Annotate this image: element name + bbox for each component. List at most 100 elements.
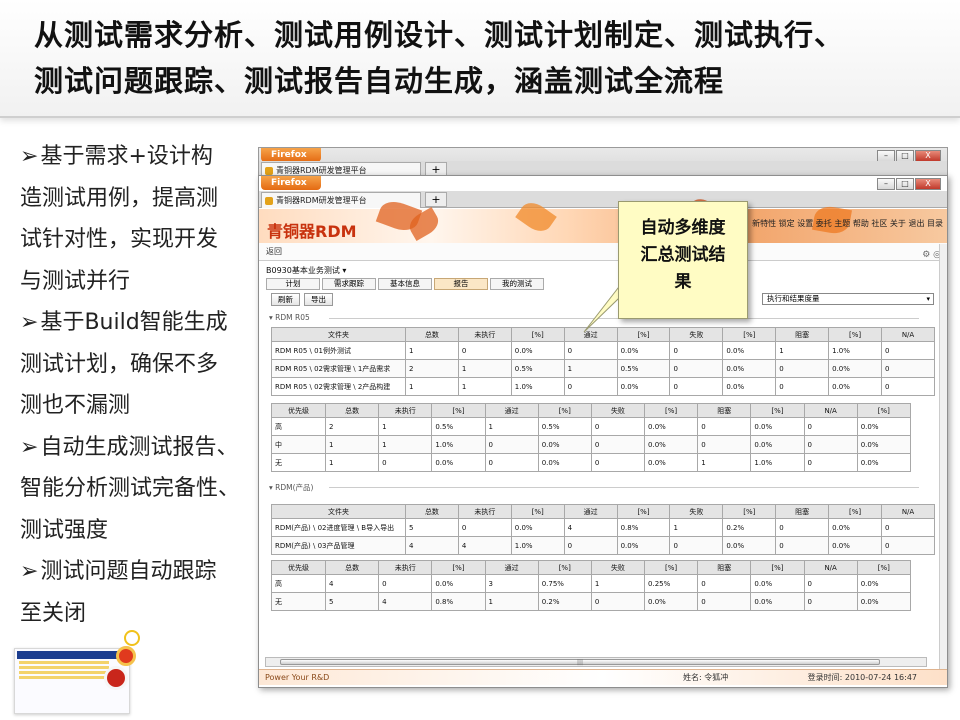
project-selector[interactable]: B0930基本业务测试 ▾ bbox=[266, 265, 346, 276]
export-button[interactable]: 导出 bbox=[304, 293, 333, 306]
column-header[interactable]: 未执行 bbox=[457, 504, 512, 519]
column-header[interactable]: [%] bbox=[722, 504, 777, 519]
vertical-scrollbar[interactable] bbox=[939, 244, 947, 670]
column-header[interactable]: 失败 bbox=[590, 403, 646, 418]
column-header[interactable]: [%] bbox=[644, 403, 699, 418]
column-header[interactable]: [%] bbox=[431, 403, 486, 418]
firefox-menu-button[interactable]: Firefox bbox=[261, 176, 321, 190]
table-cell: RDM R05 \ 02需求管理 \ 2产品构建 bbox=[271, 377, 406, 396]
column-header[interactable]: N/A bbox=[803, 560, 858, 575]
table-row[interactable]: RDM R05 \ 02需求管理 \ 1产品需求 2 1 0.5% 1 0.5% 0 0.0%… bbox=[271, 359, 935, 378]
bullet-arrow-icon: ➢ bbox=[20, 559, 39, 584]
column-header[interactable]: 失败 bbox=[669, 327, 724, 342]
column-header[interactable]: 失败 bbox=[669, 504, 724, 519]
column-header[interactable]: 未执行 bbox=[457, 327, 512, 342]
app-top-nav[interactable]: 新特性 锁定 设置 委托 主题 帮助 社区 关于 退出 目录 bbox=[752, 218, 943, 229]
column-header[interactable]: 总数 bbox=[405, 504, 459, 519]
slide-title-band: 从测试需求分析、测试用例设计、测试计划制定、测试执行、 测试问题跟踪、测试报告自… bbox=[0, 0, 960, 118]
column-header[interactable]: 优先级 bbox=[271, 560, 326, 575]
app-tab[interactable]: 报告 bbox=[434, 278, 488, 290]
new-tab-button[interactable]: + bbox=[425, 192, 447, 207]
table-row[interactable]: RDM(产品) \ 02进度管理 \ B导入导出 5 0 0.0% 4 0.8% 1 0.2%… bbox=[271, 518, 935, 537]
table-cell: 0 bbox=[775, 518, 830, 537]
column-header[interactable]: [%] bbox=[616, 504, 671, 519]
column-header[interactable]: 文件夹 bbox=[271, 327, 406, 342]
column-header[interactable]: [%] bbox=[644, 560, 699, 575]
report-type-select[interactable]: 执行和结果度量 bbox=[762, 293, 934, 305]
column-header[interactable]: 阻塞 bbox=[775, 504, 830, 519]
column-header[interactable]: 通过 bbox=[484, 403, 539, 418]
table-cell: 0.0% bbox=[722, 377, 777, 396]
table-row[interactable]: 高 4 0 0.0% 3 0.75% 1 0.25% 0 0.0% 0 0.0% bbox=[271, 574, 912, 593]
table-cell: 0.0% bbox=[644, 592, 699, 611]
column-header[interactable]: 阻塞 bbox=[697, 560, 752, 575]
column-header[interactable]: [%] bbox=[828, 327, 883, 342]
firefox-menu-button[interactable]: Firefox bbox=[261, 148, 321, 162]
close-icon[interactable]: X bbox=[915, 178, 941, 190]
table-row[interactable]: 无 1 0 0.0% 0 0.0% 0 0.0% 1 1.0% 0 0.0% bbox=[271, 453, 912, 472]
column-header[interactable]: 总数 bbox=[324, 560, 380, 575]
table-row[interactable]: 高 2 1 0.5% 1 0.5% 0 0.0% 0 0.0% 0 0.0% bbox=[271, 417, 912, 436]
logo-dot-icon bbox=[116, 646, 136, 666]
bullet-text: 自动生成测试报告、 bbox=[40, 434, 239, 460]
column-header[interactable]: 文件夹 bbox=[271, 504, 406, 519]
horizontal-scrollbar[interactable]: ||| bbox=[265, 657, 927, 667]
table-cell: 0.0% bbox=[750, 574, 805, 593]
scroll-thumb[interactable]: ||| bbox=[280, 659, 880, 666]
column-header[interactable]: [%] bbox=[722, 327, 777, 342]
column-header[interactable]: [%] bbox=[750, 403, 805, 418]
table-row[interactable]: RDM R05 \ 02需求管理 \ 2产品构建 1 1 1.0% 0 0.0% 0 0.0%… bbox=[271, 377, 935, 396]
column-header[interactable]: 通过 bbox=[484, 560, 539, 575]
column-header[interactable]: 失败 bbox=[590, 560, 646, 575]
column-header[interactable]: [%] bbox=[856, 560, 912, 575]
column-header[interactable]: N/A bbox=[881, 327, 935, 342]
column-header[interactable]: [%] bbox=[856, 403, 912, 418]
column-header[interactable]: 阻塞 bbox=[697, 403, 752, 418]
column-header[interactable]: 未执行 bbox=[378, 403, 433, 418]
column-header[interactable]: [%] bbox=[750, 560, 805, 575]
bullet-arrow-icon: ➢ bbox=[20, 310, 39, 335]
column-header[interactable]: 未执行 bbox=[378, 560, 433, 575]
column-header[interactable]: 通过 bbox=[563, 504, 618, 519]
maximize-icon[interactable]: □ bbox=[896, 178, 914, 190]
column-header[interactable]: [%] bbox=[431, 560, 486, 575]
bullet-arrow-icon: ➢ bbox=[20, 144, 39, 169]
column-header[interactable]: 总数 bbox=[324, 403, 380, 418]
table-cell: 1 bbox=[457, 377, 512, 396]
table-cell: 0 bbox=[590, 435, 646, 454]
table-cell: 4 bbox=[405, 536, 459, 555]
minimize-icon[interactable]: – bbox=[877, 178, 895, 190]
section-rdm-product[interactable]: ▾ RDM(产品) bbox=[269, 482, 926, 493]
column-header[interactable]: N/A bbox=[881, 504, 935, 519]
table-row[interactable]: RDM R05 \ 01例外测试 1 0 0.0% 0 0.0% 0 0.0% 1 1.0% 0 bbox=[271, 341, 935, 360]
column-header[interactable]: [%] bbox=[828, 504, 883, 519]
bullet-line: ➢基于Build智能生成 bbox=[20, 302, 252, 344]
section-rdm-r05[interactable]: ▾ RDM R05 bbox=[269, 313, 916, 322]
app-tab[interactable]: 需求跟踪 bbox=[322, 278, 376, 290]
table-row[interactable]: 中 1 1 1.0% 0 0.0% 0 0.0% 0 0.0% 0 0.0% bbox=[271, 435, 912, 454]
app-tab[interactable]: 基本信息 bbox=[378, 278, 432, 290]
bullet-line: ➢自动生成测试报告、 bbox=[20, 427, 252, 469]
column-header[interactable]: 总数 bbox=[405, 327, 459, 342]
priority-summary-table-product: 优先级 总数 未执行 [%] 通过 [%] 失败 [%] 阻塞 [%] N/A [%] 高 4 0 0.0% 3… bbox=[271, 560, 912, 611]
back-link[interactable]: 返回 bbox=[266, 247, 282, 256]
bullet-line: 测试计划，确保不多 bbox=[20, 344, 252, 386]
bullet-text: 测试问题自动跟踪 bbox=[40, 559, 217, 584]
app-tab[interactable]: 我的测试 bbox=[490, 278, 544, 290]
column-header[interactable]: [%] bbox=[510, 504, 565, 519]
table-cell: 1.0% bbox=[510, 377, 565, 396]
column-header[interactable]: [%] bbox=[537, 560, 592, 575]
column-header[interactable]: [%] bbox=[537, 403, 592, 418]
app-tab[interactable]: 计划 bbox=[266, 278, 320, 290]
refresh-button[interactable]: 刷新 bbox=[271, 293, 300, 306]
table-row[interactable]: RDM(产品) \ 03产品管理 4 4 1.0% 0 0.0% 0 0.0% 0 0.0% 0 bbox=[271, 536, 935, 555]
column-header[interactable]: N/A bbox=[803, 403, 858, 418]
bullet-line: 试针对性，实现开发 bbox=[20, 219, 252, 261]
table-row[interactable]: 无 5 4 0.8% 1 0.2% 0 0.0% 0 0.0% 0 0.0% bbox=[271, 592, 912, 611]
table-cell: 0.5% bbox=[431, 417, 486, 436]
column-header[interactable]: 优先级 bbox=[271, 403, 326, 418]
column-header[interactable]: 阻塞 bbox=[775, 327, 830, 342]
table-cell: 1.0% bbox=[828, 341, 883, 360]
column-header[interactable]: [%] bbox=[510, 327, 565, 342]
table-cell: 0.0% bbox=[537, 453, 592, 472]
